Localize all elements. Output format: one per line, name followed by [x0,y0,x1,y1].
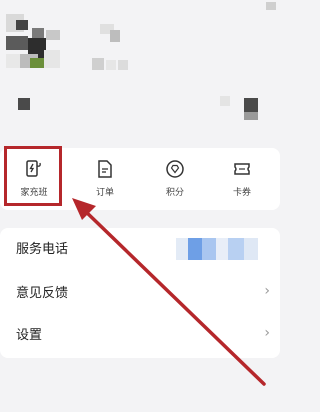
coupon-icon [231,158,253,180]
service-orders[interactable]: 订单 [77,158,133,206]
stat-right-blurred [244,112,258,120]
points-icon [164,158,186,180]
service-label: 积分 [165,188,184,198]
menu-card: 服务电话 意见反馈 › 设置 › [0,228,280,358]
settings-icon[interactable] [266,2,276,10]
stat-right-blurred [220,96,230,106]
phone-number-blurred [176,238,258,260]
menu-row-label: 设置 [16,327,43,343]
menu-row-service-phone[interactable]: 服务电话 [0,228,280,266]
menu-row-label: 服务电话 [16,241,69,257]
service-points[interactable]: 积分 [147,158,203,206]
avatar[interactable] [6,14,68,76]
service-label: 订单 [95,188,114,198]
menu-row-feedback[interactable]: 意见反馈 › [0,272,280,310]
stat-left-blurred [18,98,30,110]
stat-right-blurred [244,98,258,112]
menu-row-settings[interactable]: 设置 › [0,314,280,352]
chevron-right-icon: › [264,283,270,299]
menu-row-label: 意见反馈 [16,285,69,301]
highlight-box [4,146,62,206]
service-coupons[interactable]: 卡券 [214,158,270,206]
service-label: 卡券 [232,188,251,198]
order-icon [94,158,116,180]
chevron-right-icon: › [264,325,270,341]
